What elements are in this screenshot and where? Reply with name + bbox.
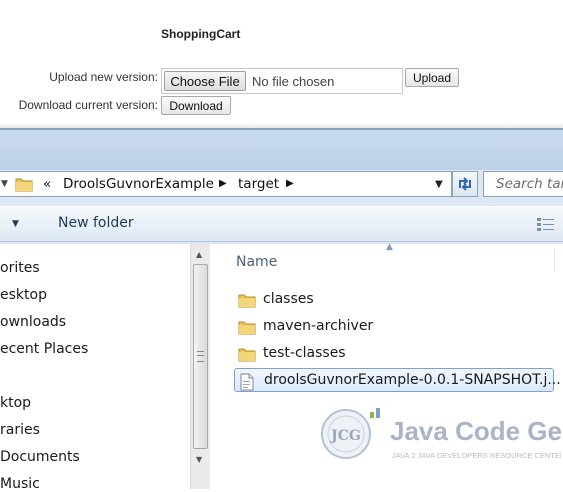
nav-item-desktop[interactable]: esktop xyxy=(0,287,47,303)
upload-label: Upload new version: xyxy=(49,70,158,84)
nav-item-music[interactable]: Music xyxy=(0,476,40,492)
chevron-right-icon[interactable]: ▶ xyxy=(286,178,294,189)
column-header-label: Name xyxy=(236,254,278,270)
nav-scrollbar[interactable]: ▲ ▼ xyxy=(190,244,210,489)
page-title: ShoppingCart xyxy=(161,27,241,41)
column-separator[interactable] xyxy=(554,248,555,272)
address-history-dropdown-icon[interactable]: ▼ xyxy=(435,179,443,190)
download-label: Download current version: xyxy=(18,98,158,112)
breadcrumb-item[interactable]: target xyxy=(238,176,279,192)
no-file-text: No file chosen xyxy=(252,74,335,89)
chevron-down-icon[interactable]: ▼ xyxy=(12,219,19,229)
folder-icon xyxy=(15,176,33,196)
choose-file-button[interactable]: Choose File xyxy=(164,71,246,91)
nav-item-libraries[interactable]: raries xyxy=(0,422,40,438)
address-bar-area xyxy=(0,130,563,170)
nav-item-documents[interactable]: Documents xyxy=(0,449,80,465)
jar-file-icon xyxy=(239,373,255,395)
file-name: maven-archiver xyxy=(263,318,374,334)
chevron-down-icon[interactable]: ▼ xyxy=(1,179,8,189)
breadcrumb-overflow[interactable]: « xyxy=(43,176,51,192)
svg-text:JCG: JCG xyxy=(329,428,361,444)
breadcrumb-item[interactable]: DroolsGuvnorExample xyxy=(63,176,214,192)
file-input[interactable]: Choose File No file chosen xyxy=(161,68,403,94)
file-row[interactable]: maven-archiver xyxy=(234,315,554,339)
column-header-name[interactable]: Name xyxy=(236,254,277,270)
svg-text:Java Code Geeks: Java Code Geeks xyxy=(390,416,561,446)
nav-item-desktop-root[interactable]: ktop xyxy=(0,395,31,411)
file-row[interactable]: test-classes xyxy=(234,342,554,366)
nav-item-downloads[interactable]: ownloads xyxy=(0,314,66,330)
navigation-pane: orites esktop ownloads ecent Places ktop… xyxy=(0,244,190,492)
sort-ascending-icon: ▲ xyxy=(386,242,393,252)
webpage: ShoppingCart Upload new version: Choose … xyxy=(0,0,563,128)
upload-button[interactable]: Upload xyxy=(405,68,459,87)
scroll-thumb[interactable] xyxy=(193,264,208,449)
folder-icon xyxy=(238,292,256,312)
toolbar: e ▼ New folder xyxy=(0,206,563,242)
file-name: droolsGuvnorExample-0.0.1-SNAPSHOT.j... xyxy=(264,372,561,388)
search-input[interactable]: Search target xyxy=(483,171,563,197)
download-button[interactable]: Download xyxy=(161,96,231,115)
view-options-icon[interactable] xyxy=(536,216,556,236)
folder-icon xyxy=(238,346,256,366)
file-name: classes xyxy=(263,291,314,307)
file-name: test-classes xyxy=(263,345,346,361)
chevron-right-icon[interactable]: ▶ xyxy=(219,178,227,189)
nav-item-recent-places[interactable]: ecent Places xyxy=(0,341,88,357)
search-placeholder: Search target xyxy=(496,176,563,192)
refresh-button[interactable] xyxy=(452,171,478,197)
svg-text:JAVA 2 JAVA DEVELOPERS RESOURC: JAVA 2 JAVA DEVELOPERS RESOURCE CENTER xyxy=(392,451,561,460)
folder-icon xyxy=(238,319,256,339)
scroll-down-arrow-icon[interactable]: ▼ xyxy=(196,455,202,464)
scroll-up-arrow-icon[interactable]: ▲ xyxy=(196,250,202,259)
nav-item-favorites[interactable]: orites xyxy=(0,260,40,276)
refresh-icon xyxy=(459,177,471,191)
file-row-selected[interactable]: droolsGuvnorExample-0.0.1-SNAPSHOT.j... xyxy=(234,368,561,395)
address-bar[interactable]: ▼ « DroolsGuvnorExample ▶ target ▶ ▼ xyxy=(0,171,452,197)
file-row[interactable]: classes xyxy=(234,288,554,312)
scroll-grip-icon xyxy=(197,351,204,362)
new-folder-button[interactable]: New folder xyxy=(58,215,134,231)
java-code-geeks-logo: JCG Java Code Geeks JAVA 2 JAVA DEVELOPE… xyxy=(316,404,563,468)
